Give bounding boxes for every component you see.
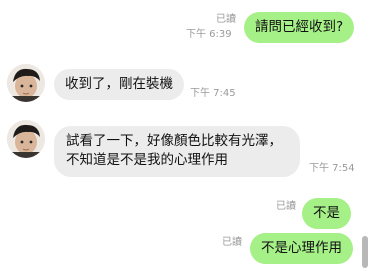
read-receipt: 已讀 bbox=[276, 201, 296, 212]
read-receipt: 已讀 bbox=[222, 237, 242, 248]
chat-thread: 已讀 下午 6:39 請問已經收到? 收到了，剛在裝機 下午 7:45 試看了一… bbox=[0, 0, 371, 271]
message-timestamp: 下午 6:39 bbox=[186, 29, 232, 40]
outgoing-message-bubble[interactable]: 不是 bbox=[302, 198, 351, 229]
scrollbar-thumb[interactable] bbox=[362, 236, 368, 268]
incoming-message-bubble[interactable]: 試看了一下，好像顏色比較有光澤，不知道是不是我的心理作用 bbox=[54, 126, 300, 177]
contact-avatar[interactable] bbox=[7, 120, 45, 158]
message-timestamp: 下午 7:54 bbox=[309, 163, 355, 174]
outgoing-message-bubble[interactable]: 請問已經收到? bbox=[244, 12, 355, 43]
avatar-photo-icon bbox=[7, 64, 45, 102]
avatar-photo-icon bbox=[7, 120, 45, 158]
contact-avatar[interactable] bbox=[7, 64, 45, 102]
outgoing-message-bubble[interactable]: 不是心理作用 bbox=[250, 233, 353, 264]
read-receipt: 已讀 bbox=[216, 14, 236, 25]
message-timestamp: 下午 7:45 bbox=[190, 88, 236, 99]
incoming-message-bubble[interactable]: 收到了，剛在裝機 bbox=[54, 69, 184, 100]
